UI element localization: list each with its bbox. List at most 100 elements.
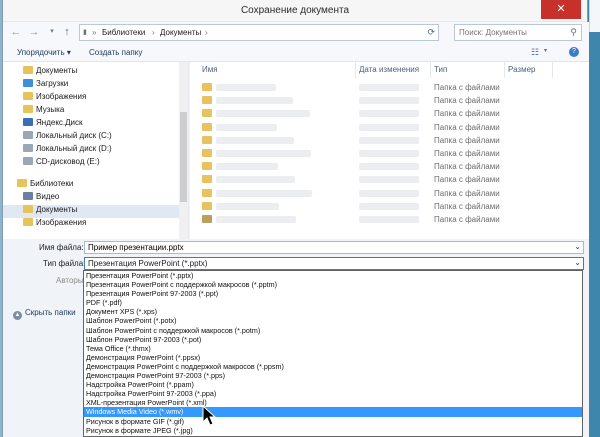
sidebar-item[interactable]: CD-дисковод (E:) [23, 157, 100, 170]
column-separator [355, 62, 356, 78]
arrow-left-icon[interactable]: ← [9, 25, 23, 39]
sidebar-item[interactable]: Яндекс.Диск [23, 118, 83, 131]
search-box[interactable]: ⚲ [454, 24, 582, 41]
sidebar-item[interactable]: Локальный диск (D:) [23, 144, 112, 157]
mouse-cursor-icon [202, 405, 216, 426]
background-window-edge [589, 0, 600, 32]
breadcrumb-separator: › [205, 28, 208, 37]
sidebar-item-label: Локальный диск (C:) [36, 131, 112, 140]
filetype-option[interactable]: Шаблон PowerPoint с поддержкой макросов … [84, 326, 582, 335]
sidebar-item[interactable]: Библиотеки [17, 179, 73, 192]
sidebar-item[interactable]: Документы [3, 205, 179, 218]
arrow-up-icon[interactable]: ↑ [60, 25, 74, 39]
column-separator [430, 62, 431, 78]
sidebar-item-label: Загрузки [36, 79, 69, 88]
nav-pane-scrollbar[interactable] [179, 62, 188, 239]
search-input[interactable] [455, 25, 565, 40]
folder-row[interactable]: Папка с файлами [190, 160, 589, 173]
filetype-option[interactable]: Документ XPS (*.xps) [84, 307, 582, 316]
column-header-name[interactable]: Имя [202, 65, 218, 74]
drive-icon [23, 144, 33, 152]
redacted-name [216, 176, 295, 184]
redacted-date [359, 84, 419, 91]
filetype-selected-value: Презентация PowerPoint (*.pptx) [88, 259, 208, 268]
filename-input[interactable] [85, 242, 565, 253]
view-dropdown-icon[interactable]: ▾ [544, 47, 547, 54]
arrow-right-icon[interactable]: → [27, 25, 41, 39]
column-header-date[interactable]: Дата изменения [359, 65, 419, 74]
redacted-name [216, 150, 311, 157]
breadcrumb-documents[interactable]: Документы [160, 28, 201, 37]
filetype-option[interactable]: Демонстрация PowerPoint 97-2003 (*.pps) [84, 371, 582, 380]
address-bar[interactable]: ▮ » Библиотеки › Документы › ⟳ [79, 24, 439, 41]
filetype-option[interactable]: Надстройка PowerPoint 97-2003 (*.ppa) [84, 389, 582, 398]
refresh-icon[interactable]: ⟳ [427, 27, 435, 38]
filetype-option[interactable]: Демонстрация PowerPoint с поддержкой мак… [84, 362, 582, 371]
breadcrumb-libraries[interactable]: Библиотеки [102, 28, 145, 37]
redacted-date [359, 176, 419, 184]
sidebar-item-label: Яндекс.Диск [36, 118, 83, 127]
filetype-option[interactable]: Тема Office (*.thmx) [84, 344, 582, 353]
folder-row[interactable]: Папка с файлами [190, 173, 589, 186]
sidebar-item[interactable]: Изображения [23, 218, 86, 231]
redacted-name [216, 216, 296, 223]
libraries-small-icon: ▮ [83, 29, 87, 36]
scrollbar-thumb[interactable] [180, 112, 187, 202]
history-dropdown-icon[interactable]: ▾ [45, 25, 59, 39]
hide-folders-button[interactable]: ▲ Скрыть папки [13, 308, 76, 320]
filetype-option[interactable]: Демонстрация PowerPoint (*.ppsx) [84, 353, 582, 362]
column-header-type[interactable]: Тип [434, 65, 447, 74]
filetype-option[interactable]: Шаблон PowerPoint (*.potx) [84, 316, 582, 325]
folder-row[interactable]: Папка с файлами [190, 81, 589, 94]
sidebar-item-label: Видео [36, 192, 60, 201]
filetype-option[interactable]: XML-презентация PowerPoint (*.xml) [84, 398, 582, 407]
help-icon[interactable]: ? [569, 47, 579, 57]
folder-row[interactable]: Папка с файлами [190, 147, 589, 160]
sidebar-item[interactable]: Музыка [23, 105, 64, 118]
sidebar-item[interactable]: Видео [23, 192, 59, 205]
filetype-label: Тип файла: [43, 259, 86, 268]
filetype-option[interactable]: Презентация PowerPoint 97-2003 (*.ppt) [84, 289, 582, 298]
navigation-bar: ← → ▾ ↑ ▮ » Библиотеки › Документы › ⟳ ⚲ [3, 22, 589, 44]
view-options-icon[interactable]: ☷ [531, 47, 539, 58]
folder-type: Папка с файлами [434, 215, 500, 224]
folder-row[interactable]: Папка с файлами [190, 187, 589, 200]
search-icon[interactable]: ⚲ [570, 27, 577, 38]
close-button[interactable]: ✕ [541, 0, 581, 19]
documents-icon [23, 66, 33, 74]
folder-row[interactable]: Папка с файлами [190, 121, 589, 134]
chevron-down-icon[interactable]: ⌄ [574, 258, 581, 267]
filename-field[interactable]: ⌄ [84, 241, 584, 254]
sidebar-item[interactable]: Документы [23, 66, 77, 79]
filetype-select[interactable]: Презентация PowerPoint (*.pptx) ⌄ [84, 257, 584, 270]
sidebar-item[interactable]: Локальный диск (C:) [23, 131, 112, 144]
folder-row[interactable]: Папка с файлами [190, 213, 589, 226]
filetype-option[interactable]: Windows Media Video (*.wmv) [84, 407, 582, 417]
video-icon [23, 192, 33, 200]
filetype-option[interactable]: Презентация PowerPoint с поддержкой макр… [84, 280, 582, 289]
folder-row[interactable]: Папка с файлами [190, 134, 589, 147]
folder-row[interactable]: Папка с файлами [190, 94, 589, 107]
folder-type: Папка с файлами [434, 109, 500, 119]
column-header-size[interactable]: Размер [508, 65, 536, 74]
filetype-option[interactable]: PDF (*.pdf) [84, 298, 582, 307]
organize-button[interactable]: Упорядочить ▾ [17, 48, 71, 57]
folder-icon [202, 175, 212, 184]
filetype-option[interactable]: Рисунок в формате GIF (*.gif) [84, 417, 582, 426]
sidebar-item[interactable]: Загрузки [23, 79, 68, 92]
title-bar: Сохранение документа ✕ [3, 0, 587, 22]
folder-row[interactable]: Папка с файлами [190, 107, 589, 120]
folder-type: Папка с файлами [434, 122, 500, 132]
chevron-down-icon[interactable]: ⌄ [574, 242, 581, 251]
sidebar-item[interactable]: Изображения [23, 92, 86, 105]
filetype-option[interactable]: Презентация PowerPoint (*.pptx) [84, 271, 582, 280]
filetype-option[interactable]: Рисунок в формате JPEG (*.jpg) [84, 426, 582, 435]
folder-row[interactable]: Папка с файлами [190, 200, 589, 213]
filetype-option[interactable]: Шаблон PowerPoint 97-2003 (*.pot) [84, 335, 582, 344]
filetype-option[interactable]: Надстройка PowerPoint (*.ppam) [84, 380, 582, 389]
new-folder-button[interactable]: Создать папку [89, 48, 142, 57]
folder-icon [202, 122, 212, 131]
cd-drive-icon [23, 157, 33, 165]
redacted-name [216, 136, 294, 144]
breadcrumb-separator: › [152, 28, 155, 37]
